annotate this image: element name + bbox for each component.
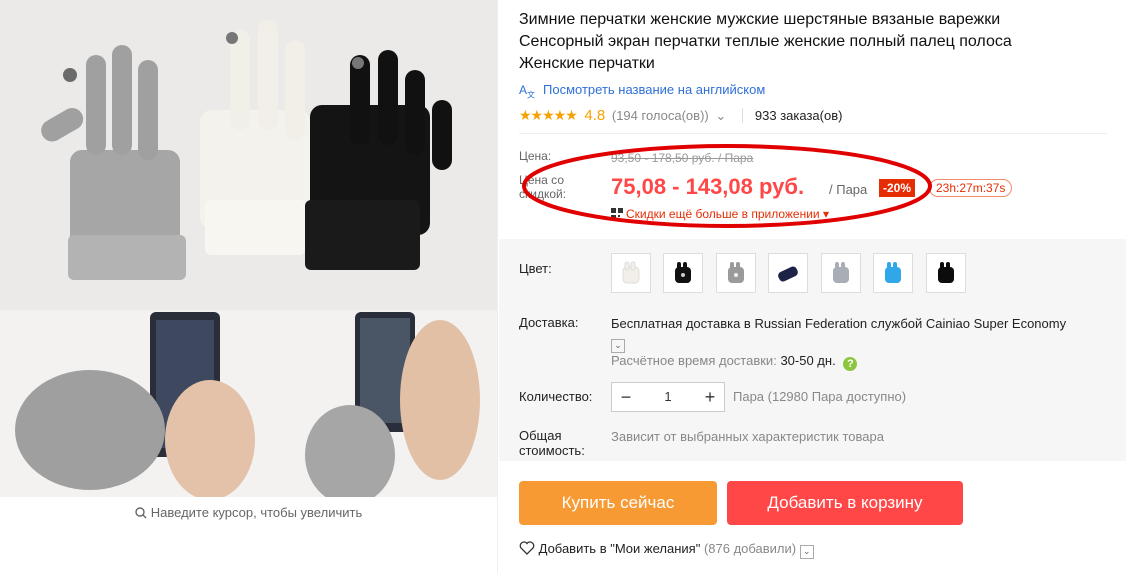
shipping-label: Доставка: bbox=[519, 315, 579, 330]
product-title: Зимние перчатки женские мужские шерстяны… bbox=[519, 11, 1012, 72]
help-icon[interactable]: ? bbox=[843, 357, 858, 371]
wishlist-row: Добавить в "Мои желания" (876 добавили) … bbox=[519, 541, 814, 559]
old-price: 93,50 - 178,50 руб. / Пара bbox=[611, 151, 754, 165]
glove-icon bbox=[727, 262, 744, 283]
total-label: Общая стоимость: bbox=[519, 428, 585, 458]
discount-price-label: Цена со скидкой: bbox=[519, 173, 567, 201]
caret-down-icon: ▾ bbox=[822, 207, 830, 221]
glove-icon bbox=[832, 262, 849, 283]
rating-value: 4.8 bbox=[584, 107, 606, 124]
quantity-input[interactable]: 1 bbox=[640, 383, 696, 411]
app-promo-text: Скидки ещё больше в приложении bbox=[626, 207, 820, 221]
product-image[interactable] bbox=[0, 0, 497, 497]
zoom-hint: Наведите курсор, чтобы увеличить bbox=[0, 505, 497, 520]
chevron-down-icon[interactable]: ⌄ bbox=[799, 545, 814, 559]
shipping-time-label: Расчётное время доставки: bbox=[611, 353, 777, 368]
rating-row: ★★★★★ 4.8 (194 голоса(ов)) ⌄ 933 заказа(… bbox=[519, 107, 843, 124]
votes-link[interactable]: (194 голоса(ов)) bbox=[612, 108, 709, 123]
zoom-hint-text: Наведите курсор, чтобы увеличить bbox=[150, 505, 363, 520]
quantity-decrease-button[interactable]: − bbox=[612, 383, 640, 411]
discount-price: 75,08 - 143,08 руб. bbox=[611, 174, 805, 199]
add-to-cart-button[interactable]: Добавить в корзину bbox=[727, 481, 963, 525]
total-value: Зависит от выбранных характеристик товар… bbox=[611, 429, 884, 444]
chevron-down-icon[interactable]: ⌄ bbox=[715, 108, 726, 123]
quantity-increase-button[interactable]: + bbox=[696, 383, 724, 411]
price-box: Цена: 93,50 - 178,50 руб. / Пара Цена со… bbox=[519, 141, 1107, 237]
shipping-time-value: 30-50 дн. bbox=[780, 353, 836, 368]
wishlist-link[interactable]: Добавить в "Мои желания" bbox=[539, 541, 701, 556]
price-unit: / Пара bbox=[829, 182, 868, 197]
color-swatch-blue[interactable] bbox=[873, 253, 914, 293]
glove-icon bbox=[675, 262, 692, 283]
translate-link-text: Посмотреть название на английском bbox=[543, 82, 766, 97]
discount-badge: -20% bbox=[879, 179, 916, 197]
color-swatch-black-buttons[interactable] bbox=[663, 253, 704, 293]
magnifier-icon bbox=[135, 507, 147, 519]
shipping-text: Бесплатная доставка в Russian Federation… bbox=[611, 316, 1067, 331]
old-price-label: Цена: bbox=[519, 149, 552, 163]
buy-now-button[interactable]: Купить сейчас bbox=[519, 481, 717, 525]
color-swatch-light-grey[interactable] bbox=[820, 253, 861, 293]
color-swatches bbox=[611, 253, 974, 293]
product-gallery: Наведите курсор, чтобы увеличить bbox=[0, 0, 498, 573]
qr-code-icon bbox=[611, 208, 623, 220]
color-swatch-white[interactable] bbox=[611, 253, 651, 293]
rating-stars: ★★★★★ bbox=[519, 107, 578, 123]
divider bbox=[519, 133, 1107, 134]
color-label: Цвет: bbox=[519, 261, 552, 276]
glove-icon bbox=[885, 262, 902, 283]
shipping-info: Бесплатная доставка в Russian Federation… bbox=[611, 314, 1121, 354]
sku-panel: Цвет: Доставка: Бесплатная доставка в Ru… bbox=[499, 239, 1126, 461]
countdown-timer: 23h:27m:37s bbox=[929, 179, 1013, 197]
heart-icon[interactable] bbox=[519, 541, 535, 555]
available-quantity: Пара (12980 Пара доступно) bbox=[733, 389, 907, 404]
translate-title-link[interactable]: A文 Посмотреть название на английском bbox=[519, 82, 765, 100]
orders-count: 933 заказа(ов) bbox=[741, 108, 843, 123]
app-promo-link[interactable]: Скидки ещё больше в приложении ▾ bbox=[611, 207, 829, 221]
color-swatch-grey-buttons[interactable] bbox=[715, 253, 756, 293]
chevron-down-icon[interactable]: ⌄ bbox=[611, 339, 625, 353]
quantity-stepper: − 1 + bbox=[611, 382, 725, 412]
glove-icon bbox=[778, 266, 799, 282]
quantity-label: Количество: bbox=[519, 389, 593, 404]
color-swatch-black[interactable] bbox=[925, 253, 966, 293]
wishlist-count: (876 добавили) bbox=[703, 541, 797, 556]
glove-icon bbox=[622, 261, 640, 284]
glove-icon bbox=[937, 262, 954, 283]
gloves-photo bbox=[0, 0, 497, 497]
color-swatch-navy[interactable] bbox=[768, 253, 809, 293]
shipping-time: Расчётное время доставки: 30-50 дн. ? bbox=[611, 353, 858, 371]
translate-icon: A文 bbox=[519, 83, 536, 100]
